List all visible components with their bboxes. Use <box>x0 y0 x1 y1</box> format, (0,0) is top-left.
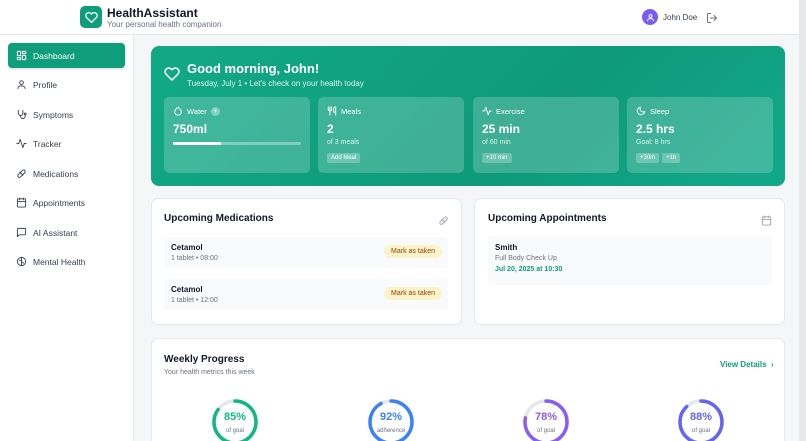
weekly-progress-title: Weekly Progress <box>164 354 245 365</box>
sleep-stat-card: Sleep 2.5 hrs Goal: 8 hrs +30m +1h <box>627 97 773 173</box>
medication-row: Cetamol 1 tablet • 08:00 Mark as taken <box>164 237 448 268</box>
progress-ring-percent: 78% <box>534 411 558 423</box>
medication-name: Cetamol <box>171 285 203 294</box>
heart-logo-icon <box>80 6 102 28</box>
medication-detail: 1 tablet • 12:00 <box>171 297 218 304</box>
appointment-description: Full Body Check Up <box>495 255 557 262</box>
user-icon <box>646 13 654 21</box>
exercise-value: 25 min <box>482 122 521 136</box>
progress-ring-percent: 88% <box>689 411 713 423</box>
meals-value: 2 <box>327 122 334 136</box>
greeting-title: Good morning, John! <box>187 61 320 76</box>
utensils-icon <box>327 106 337 116</box>
activity-icon <box>16 138 27 149</box>
progress-ring-percent: 92% <box>379 411 403 423</box>
sidebar-item-label: Mental Health <box>33 256 86 267</box>
sidebar-item-symptoms[interactable]: Symptoms <box>8 102 125 127</box>
moon-icon <box>636 106 646 116</box>
top-header: HealthAssistant Your personal health com… <box>0 0 799 35</box>
view-details-label: View Details <box>720 360 767 369</box>
activity-icon <box>482 106 492 116</box>
scrollbar[interactable] <box>799 0 806 441</box>
chevron-right-icon: › <box>768 360 774 369</box>
weekly-progress-subtitle: Your health metrics this week <box>164 369 255 376</box>
sidebar-item-label: AI Assistant <box>33 227 78 238</box>
progress-ring-label: of goal <box>536 428 555 434</box>
medication-row: Cetamol 1 tablet • 12:00 Mark as taken <box>164 279 448 310</box>
progress-ring-label: of goal <box>225 428 244 434</box>
sidebar-item-mental-health[interactable]: Mental Health <box>8 249 125 274</box>
progress-ring-label: adherence <box>376 428 406 434</box>
greeting-subtitle: Tuesday, July 1 • Let's check on your he… <box>187 79 364 88</box>
grid-icon <box>16 50 27 61</box>
pill-icon <box>16 168 27 179</box>
heart-icon <box>164 66 180 82</box>
sidebar-item-appointments[interactable]: Appointments <box>8 190 125 215</box>
water-value: 750ml <box>173 122 208 136</box>
sidebar-item-profile[interactable]: Profile <box>8 72 125 97</box>
logout-icon[interactable] <box>706 11 718 23</box>
calendar-icon <box>16 197 27 208</box>
sidebar-item-label: Appointments <box>33 197 85 208</box>
user-icon <box>16 79 27 90</box>
appointments-title: Upcoming Appointments <box>488 213 607 224</box>
add-water-button[interactable]: + <box>210 106 220 116</box>
medication-detail: 1 tablet • 08:00 <box>171 255 218 262</box>
stethoscope-icon <box>16 109 27 120</box>
water-label: Water <box>187 106 207 116</box>
calendar-icon[interactable] <box>761 213 772 226</box>
exercise-stat-card: Exercise 25 min of 60 min +10 min <box>473 97 619 173</box>
sidebar-item-label: Dashboard <box>33 50 75 61</box>
water-progress-fill <box>173 142 221 145</box>
pill-icon[interactable] <box>438 213 449 225</box>
appointment-date: Jul 20, 2025 at 10:30 <box>495 266 563 273</box>
add-meal-button[interactable]: Add Meal <box>327 153 361 163</box>
sleep-label: Sleep <box>650 106 670 116</box>
appointment-doctor: Smith <box>495 243 518 252</box>
medications-title: Upcoming Medications <box>164 213 274 224</box>
app-title: HealthAssistant <box>107 6 198 20</box>
sidebar-item-label: Profile <box>33 79 58 90</box>
sidebar-item-label: Medications <box>33 168 79 179</box>
sleep-sub: Goal: 8 hrs <box>636 139 671 146</box>
user-name[interactable]: John Doe <box>663 13 697 22</box>
progress-ring-percent: 85% <box>223 411 247 423</box>
sidebar-item-label: Tracker <box>33 138 62 149</box>
add-30m-button[interactable]: +30m <box>636 153 660 163</box>
mark-as-taken-button[interactable]: Mark as taken <box>384 245 442 258</box>
sidebar-item-label: Symptoms <box>33 109 74 120</box>
medication-name: Cetamol <box>171 243 203 252</box>
brain-icon <box>16 256 27 267</box>
chat-icon <box>16 227 27 238</box>
sidebar-item-ai-assistant[interactable]: AI Assistant <box>8 220 125 245</box>
add-10-min-button[interactable]: +10 min <box>482 153 512 163</box>
mark-as-taken-button[interactable]: Mark as taken <box>384 287 442 300</box>
droplet-icon <box>174 106 182 116</box>
sidebar-item-tracker[interactable]: Tracker <box>8 131 125 156</box>
meals-sub: of 3 meals <box>327 139 360 146</box>
exercise-sub: of 60 min <box>482 139 511 146</box>
sidebar-item-dashboard[interactable]: Dashboard <box>8 43 125 68</box>
exercise-label: Exercise <box>496 106 525 116</box>
app-subtitle: Your personal health companion <box>107 20 222 29</box>
add-1h-button[interactable]: +1h <box>662 153 681 163</box>
appointment-item[interactable]: Smith Full Body Check Up Jul 20, 2025 at… <box>488 236 772 285</box>
water-stat-card: Water + 750ml <box>164 97 310 173</box>
meals-label: Meals <box>341 106 362 116</box>
sidebar-item-medications[interactable]: Medications <box>8 161 125 186</box>
meals-stat-card: Meals 2 of 3 meals Add Meal <box>318 97 464 173</box>
sleep-value: 2.5 hrs <box>636 122 675 136</box>
water-progress-bar <box>173 142 301 145</box>
progress-ring-label: of goal <box>691 428 710 434</box>
view-details-link[interactable]: View Details › <box>720 360 774 369</box>
user-avatar[interactable] <box>642 9 658 25</box>
